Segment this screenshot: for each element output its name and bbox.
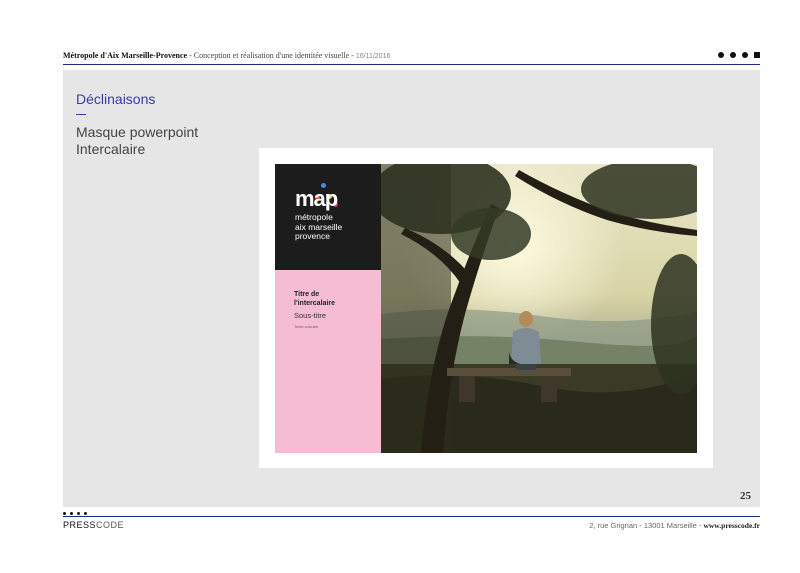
map-logo: map métropole aix marseille provence [275, 164, 381, 270]
landscape-photo [381, 164, 697, 453]
brand-bold: PRESS [63, 520, 97, 530]
slide-title-line-1: Titre de [294, 291, 320, 298]
slide-title-line-2: l'intercalaire [294, 300, 335, 307]
content-panel: Déclinaisons Masque powerpoint Intercala… [63, 70, 760, 507]
section-subtitle: Masque powerpoint Intercalaire [76, 124, 198, 158]
brand-light: CODE [96, 520, 125, 530]
header-rule [63, 64, 760, 65]
square-dot-icon [754, 52, 760, 58]
subtitle-line-2: Intercalaire [76, 141, 146, 157]
logo-text: métropole aix marseille provence [295, 212, 342, 242]
logo-word: map [295, 186, 338, 211]
header-description: Conception et réalisation d'une identité… [193, 51, 356, 60]
dot-icon [84, 512, 87, 515]
header-org: Métropole d'Aix Marseille-Provence [63, 51, 188, 60]
document-header: Métropole d'Aix Marseille-Provence - Con… [63, 48, 760, 64]
website-link[interactable]: www.presscode.fr [703, 521, 760, 530]
footer-address: 2, rue Grignan - 13001 Marseille - www.p… [589, 521, 760, 530]
footer-dots [63, 512, 87, 515]
photo-illustration [381, 164, 697, 453]
dot-icon [742, 52, 748, 58]
logo-line-3: provence [295, 231, 330, 241]
dot-icon [730, 52, 736, 58]
header-date: 16/11/2016 [355, 53, 391, 60]
section-dash [76, 114, 86, 115]
slide-body-text: Texte courant [294, 324, 319, 329]
page-dots-indicator [718, 52, 760, 58]
dot-icon [70, 512, 73, 515]
slide-subtitle: Sous-titre [294, 311, 327, 320]
slide-title: Titre de l'intercalaire [294, 290, 335, 308]
page-number: 25 [740, 490, 751, 502]
dot-icon [63, 512, 66, 515]
address-text: 2, rue Grignan - 13001 Marseille - [589, 521, 704, 530]
title-block: Titre de l'intercalaire Sous-titre Texte… [275, 270, 381, 453]
header-separator: - [187, 51, 194, 60]
footer-rule [63, 516, 760, 517]
section-title: Déclinaisons [76, 91, 156, 107]
slide-preview: map métropole aix marseille provence Tit… [259, 148, 713, 468]
footer-brand: PRESSCODE [63, 520, 124, 530]
dot-icon [77, 512, 80, 515]
subtitle-line-1: Masque powerpoint [76, 124, 199, 140]
dot-icon [718, 52, 724, 58]
slide-content: map métropole aix marseille provence Tit… [275, 164, 697, 453]
